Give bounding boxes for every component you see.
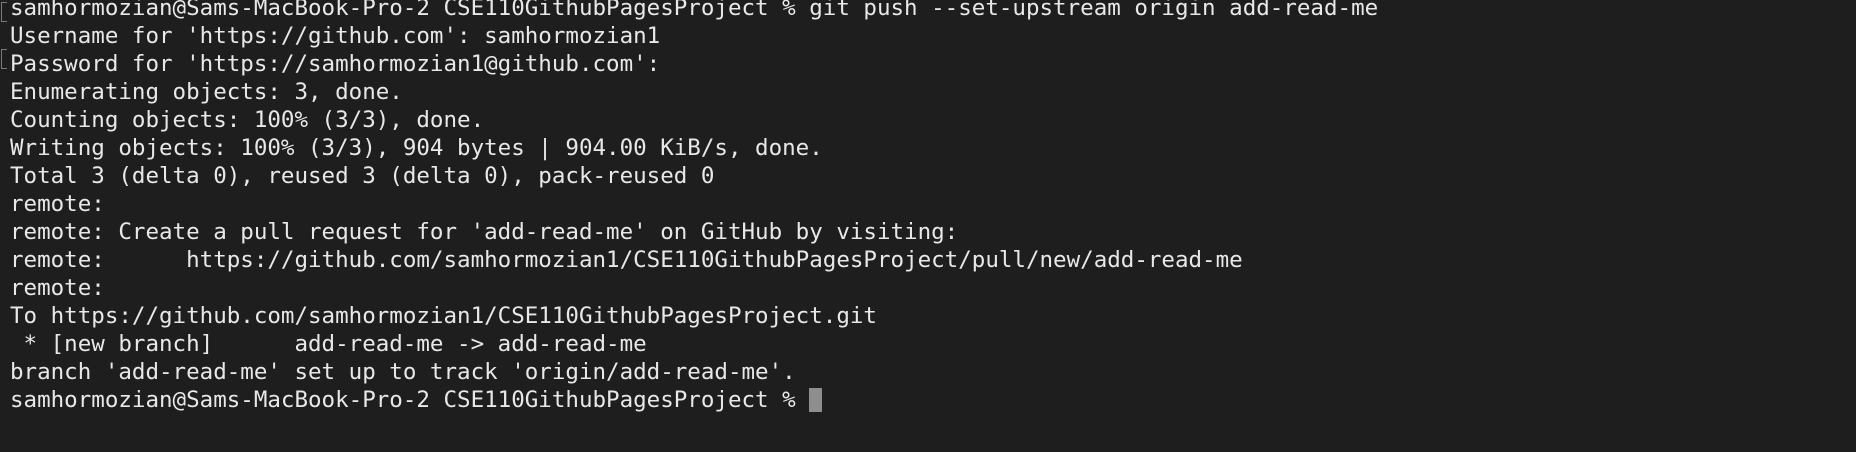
terminal-line: samhormozian@Sams-MacBook-Pro-2 CSE110Gi… xyxy=(10,0,1379,21)
terminal-line: Enumerating objects: 3, done. xyxy=(10,79,403,105)
shell-prompt: samhormozian@Sams-MacBook-Pro-2 CSE110Gi… xyxy=(10,387,810,413)
terminal-window[interactable]: samhormozian@Sams-MacBook-Pro-2 CSE110Gi… xyxy=(0,0,1856,446)
terminal-line: Username for 'https://github.com': samho… xyxy=(10,23,661,49)
terminal-line: remote: https://github.com/samhormozian1… xyxy=(10,247,1243,273)
command-mark-icon xyxy=(1,49,7,69)
terminal-line: Counting objects: 100% (3/3), done. xyxy=(10,107,485,133)
terminal-line: To https://github.com/samhormozian1/CSE1… xyxy=(10,303,877,329)
terminal-line: Password for 'https://samhormozian1@gith… xyxy=(10,51,661,77)
terminal-line: Writing objects: 100% (3/3), 904 bytes |… xyxy=(10,135,823,161)
terminal-line: remote: Create a pull request for 'add-r… xyxy=(10,219,959,245)
terminal-line: * [new branch] add-read-me -> add-read-m… xyxy=(10,331,647,357)
terminal-line: Total 3 (delta 0), reused 3 (delta 0), p… xyxy=(10,163,715,189)
terminal-line: remote: xyxy=(10,191,105,217)
text-cursor[interactable] xyxy=(809,388,823,412)
command-mark-icon xyxy=(1,2,7,22)
prompt-line[interactable]: samhormozian@Sams-MacBook-Pro-2 CSE110Gi… xyxy=(10,386,1856,414)
terminal-line: branch 'add-read-me' set up to track 'or… xyxy=(10,359,796,385)
terminal-line: remote: xyxy=(10,275,105,301)
